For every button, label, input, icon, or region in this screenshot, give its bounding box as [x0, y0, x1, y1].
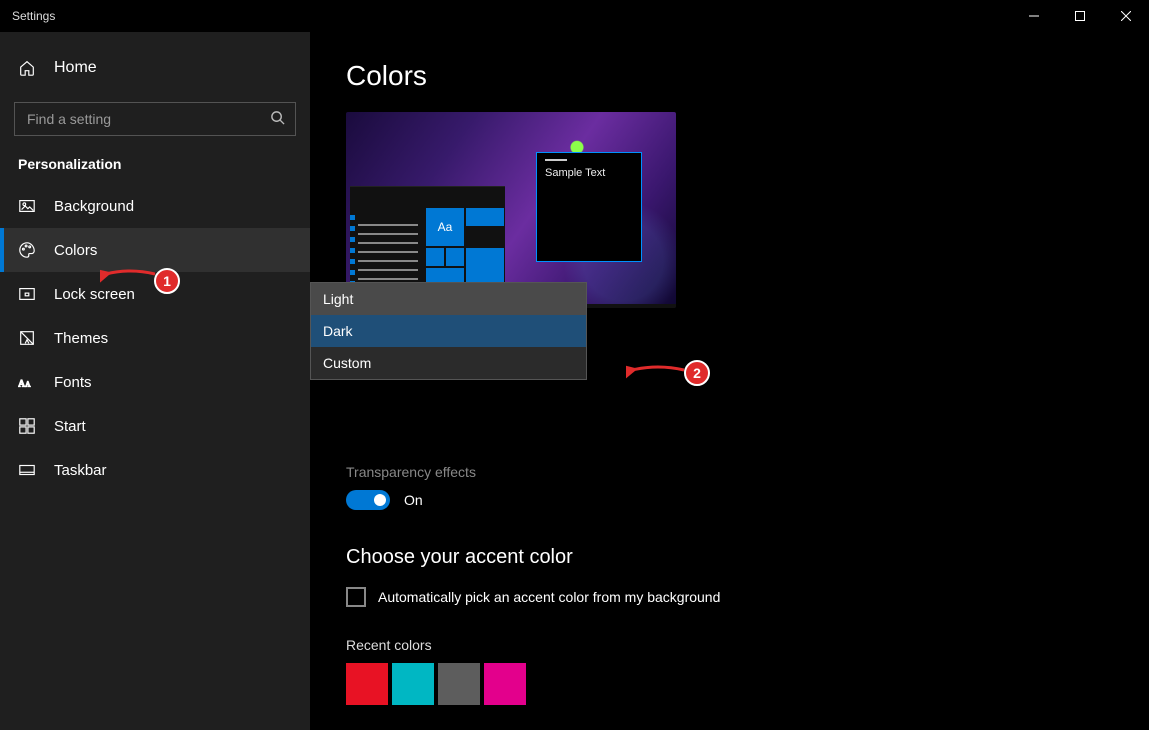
page-title: Colors — [346, 60, 1149, 92]
sample-window-text: Sample Text — [537, 167, 641, 179]
transparency-state: On — [404, 492, 423, 508]
nav-label: Start — [54, 418, 86, 435]
color-swatch[interactable] — [484, 663, 526, 705]
theme-icon — [18, 329, 36, 347]
nav-label: Lock screen — [54, 286, 135, 303]
accent-heading: Choose your accent color — [346, 546, 886, 569]
nav-label: Taskbar — [54, 462, 107, 479]
title-bar: Settings — [0, 0, 1149, 32]
maximize-button[interactable] — [1057, 0, 1103, 32]
sidebar-item-fonts[interactable]: AA Fonts — [0, 360, 310, 404]
color-preview: Aa Sample Text — [346, 112, 676, 308]
sidebar: Home Personalization Background Colors L… — [0, 32, 310, 730]
preview-sample-window: Sample Text — [536, 152, 642, 262]
sidebar-item-taskbar[interactable]: Taskbar — [0, 448, 310, 492]
color-swatch[interactable] — [392, 663, 434, 705]
sidebar-item-themes[interactable]: Themes — [0, 316, 310, 360]
nav-label: Fonts — [54, 374, 92, 391]
home-nav[interactable]: Home — [0, 44, 310, 92]
dropdown-option-custom[interactable]: Custom — [311, 347, 586, 379]
search-input[interactable] — [25, 110, 270, 128]
window-controls — [1011, 0, 1149, 32]
toggle-knob — [374, 494, 386, 506]
search-icon — [270, 110, 285, 128]
search-box[interactable] — [14, 102, 296, 136]
auto-accent-label: Automatically pick an accent color from … — [378, 589, 720, 605]
window-title: Settings — [12, 9, 55, 23]
lock-icon — [18, 285, 36, 303]
color-swatch[interactable] — [346, 663, 388, 705]
sidebar-item-lock-screen[interactable]: Lock screen — [0, 272, 310, 316]
nav-label: Colors — [54, 242, 97, 259]
svg-text:A: A — [25, 381, 31, 389]
auto-accent-checkbox[interactable] — [346, 587, 366, 607]
palette-icon — [18, 241, 36, 259]
nav-label: Background — [54, 198, 134, 215]
home-icon — [18, 59, 36, 77]
sidebar-item-colors[interactable]: Colors — [0, 228, 310, 272]
home-label: Home — [54, 59, 97, 77]
recent-color-swatches — [346, 663, 886, 705]
color-swatch[interactable] — [438, 663, 480, 705]
taskbar-icon — [18, 461, 36, 479]
transparency-toggle[interactable] — [346, 490, 390, 510]
preview-tile-aa: Aa — [426, 208, 464, 246]
section-title: Personalization — [0, 150, 310, 184]
sidebar-item-start[interactable]: Start — [0, 404, 310, 448]
nav-label: Themes — [54, 330, 108, 347]
color-mode-dropdown[interactable]: Light Dark Custom — [310, 282, 587, 380]
transparency-label: Transparency effects — [346, 464, 886, 480]
image-icon — [18, 197, 36, 215]
main-content: Colors Aa — [310, 32, 1149, 730]
dropdown-option-dark[interactable]: Dark — [311, 315, 586, 347]
dropdown-option-light[interactable]: Light — [311, 283, 586, 315]
minimize-button[interactable] — [1011, 0, 1057, 32]
sidebar-item-background[interactable]: Background — [0, 184, 310, 228]
fonts-icon: AA — [18, 373, 36, 391]
close-button[interactable] — [1103, 0, 1149, 32]
recent-colors-label: Recent colors — [346, 637, 886, 653]
start-icon — [18, 417, 36, 435]
